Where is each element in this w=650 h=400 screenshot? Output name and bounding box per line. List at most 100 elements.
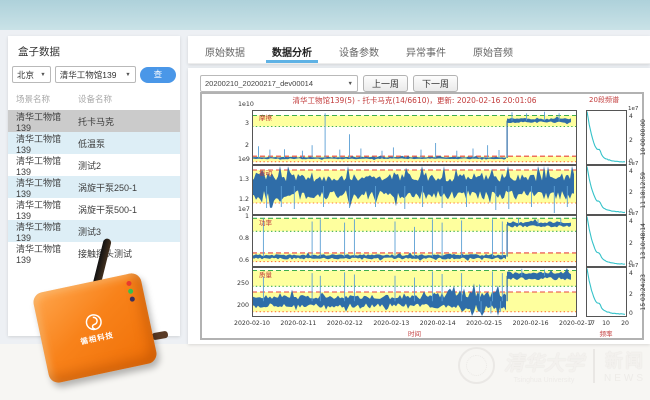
spectra-time-label: 11 18:12:59 <box>638 165 648 215</box>
y-tick: 0.8 <box>225 236 249 242</box>
spectra-y-tick: 4 <box>629 169 633 175</box>
query-button[interactable]: 查询 <box>140 67 176 83</box>
tab-item[interactable]: 设备参数 <box>330 36 388 63</box>
spectra-x-tick: 7 <box>585 321 597 327</box>
device-list-item[interactable]: 清华工物馆139 涡旋干泵250-1 <box>8 176 180 198</box>
site-select[interactable]: 清华工物馆139 ▼ <box>55 66 136 83</box>
spectrum-panel-0 <box>586 110 627 165</box>
spectra-x-tick: 20 <box>619 321 631 327</box>
tabs-bar: 原始数据数据分析设备参数异常事件原始音频 <box>188 36 650 64</box>
spectra-offset-label: 1e7 <box>628 162 638 168</box>
axis-scale-label: 1e7 <box>238 207 250 213</box>
device-photo: 循相科技 <box>28 236 170 396</box>
spectra-time-label: 15 03:24:23 <box>638 267 648 317</box>
news-en: NEWS <box>604 373 646 384</box>
region-select[interactable]: 北京 ▼ <box>12 66 51 83</box>
device-column-header: 设备名称 <box>78 93 180 105</box>
app-window: 盒子数据 北京 ▼ 清华工物馆139 ▼ 查询 场景名称 设备名称 清华工物馆1… <box>0 0 650 400</box>
device-list-item[interactable]: 清华工物馆139 测试2 <box>8 154 180 176</box>
y-tick: 2 <box>225 143 249 149</box>
tab-item[interactable]: 原始音频 <box>464 36 522 63</box>
chart-row-3 <box>252 267 577 317</box>
scene-name: 清华工物馆139 <box>16 154 70 177</box>
spectra-y-tick: 4 <box>629 219 633 225</box>
row-label: 质量 <box>259 272 272 279</box>
tab-item[interactable]: 原始数据 <box>196 36 254 63</box>
y-tick: 0.6 <box>225 258 249 264</box>
led-blue-icon <box>129 296 135 302</box>
week-file-select[interactable]: 20200210_20200217_dev00014 ▼ <box>200 75 358 92</box>
scene-name: 清华工物馆139 <box>16 176 70 199</box>
sidebar-filter-bar: 北京 ▼ 清华工物馆139 ▼ 查询 <box>12 66 176 83</box>
device-name: 涡旋干泵500-1 <box>78 203 180 216</box>
tsinghua-seal-icon <box>458 347 495 384</box>
spectra-time-label: 10 00:00:00 <box>638 110 648 165</box>
prev-week-button[interactable]: 上一周 <box>363 75 408 92</box>
tab-strip: 原始数据数据分析设备参数异常事件原始音频 <box>196 36 531 63</box>
device-name: 测试2 <box>78 159 180 172</box>
row-label: 功率 <box>259 220 272 227</box>
axis-scale-label: 1e10 <box>238 102 254 108</box>
top-banner <box>0 0 650 30</box>
brand-name: 循相科技 <box>79 329 115 347</box>
tab-active[interactable]: 数据分析 <box>263 36 321 63</box>
spectra-offset-label: 1e7 <box>628 264 638 270</box>
sidebar-title: 盒子数据 <box>18 44 170 59</box>
led-green-icon <box>128 288 134 294</box>
week-controls: 20200210_20200217_dev00014 ▼ 上一周 下一周 <box>200 75 650 92</box>
spectra-y-tick: 2 <box>629 190 633 196</box>
sensor-box: 循相科技 <box>32 272 159 385</box>
device-name: 低温泵 <box>78 137 180 150</box>
chevron-down-icon: ▼ <box>40 72 45 78</box>
axis-scale-label: 1e9 <box>238 157 250 163</box>
cable-stub <box>152 331 169 341</box>
week-file-value: 20200210_20200217_dev00014 <box>205 79 313 88</box>
x-axis-title: 时间 <box>252 331 577 338</box>
chevron-down-icon: ▼ <box>348 81 353 87</box>
watermark-divider <box>593 349 595 383</box>
y-tick: 1.2 <box>225 197 249 203</box>
news-cn: 新闻 <box>604 347 646 373</box>
spectra-x-title: 频率 <box>578 331 634 338</box>
x-tick: 2020-02-10 <box>230 321 274 327</box>
watermark: 清华大学 Tsinghua University 新闻 NEWS <box>458 347 646 384</box>
y-tick: 1 <box>225 214 249 220</box>
region-select-value: 北京 <box>17 69 34 81</box>
spectrum-panel-2 <box>586 215 627 267</box>
chart-row-2 <box>252 215 577 267</box>
x-tick: 2020-02-14 <box>416 321 460 327</box>
chevron-down-icon: ▼ <box>125 72 130 78</box>
spectra-y-tick: 0 <box>629 311 633 317</box>
device-list-item[interactable]: 清华工物馆139 低温泵 <box>8 132 180 154</box>
analysis-chart: 清华工物馆139(5) - 托卡马克(14/6610)，更新: 2020-02-… <box>200 92 644 340</box>
spectra-y-tick: 4 <box>629 114 633 120</box>
spectra-time-label: 13 10:48:14 <box>638 215 648 267</box>
x-tick: 2020-02-11 <box>276 321 320 327</box>
tsinghua-wordmark: 清华大学 Tsinghua University <box>504 347 584 384</box>
spectra-y-tick: 2 <box>629 138 633 144</box>
tsinghua-cn: 清华大学 <box>504 347 584 376</box>
led-red-icon <box>126 280 132 286</box>
next-week-button[interactable]: 下一周 <box>413 75 458 92</box>
scene-column-header: 场景名称 <box>16 93 70 105</box>
spectrum-panel-1 <box>586 165 627 215</box>
scene-name: 清华工物馆139 <box>16 132 70 155</box>
brand-logo-icon <box>83 311 104 332</box>
y-tick: 250 <box>225 281 249 287</box>
led-indicators <box>126 280 135 302</box>
spectra-offset-label: 1e7 <box>628 212 638 218</box>
y-tick: 1.3 <box>225 177 249 183</box>
x-tick: 2020-02-15 <box>462 321 506 327</box>
device-name: 涡旋干泵250-1 <box>78 181 180 194</box>
chart-row-1 <box>252 165 577 215</box>
spectra-offset-label: 1e7 <box>628 107 638 113</box>
device-list-item[interactable]: 清华工物馆139托卡马克 <box>8 110 180 132</box>
chart-row-0 <box>252 110 577 165</box>
row-label: 摩擦 <box>259 115 272 122</box>
site-select-value: 清华工物馆139 <box>60 69 117 81</box>
spectra-x-tick: 10 <box>600 321 612 327</box>
spectra-y-tick: 4 <box>629 271 633 277</box>
tab-item[interactable]: 异常事件 <box>397 36 455 63</box>
device-list-item[interactable]: 清华工物馆139涡旋干泵500-1 <box>8 198 180 220</box>
x-tick: 2020-02-12 <box>323 321 367 327</box>
